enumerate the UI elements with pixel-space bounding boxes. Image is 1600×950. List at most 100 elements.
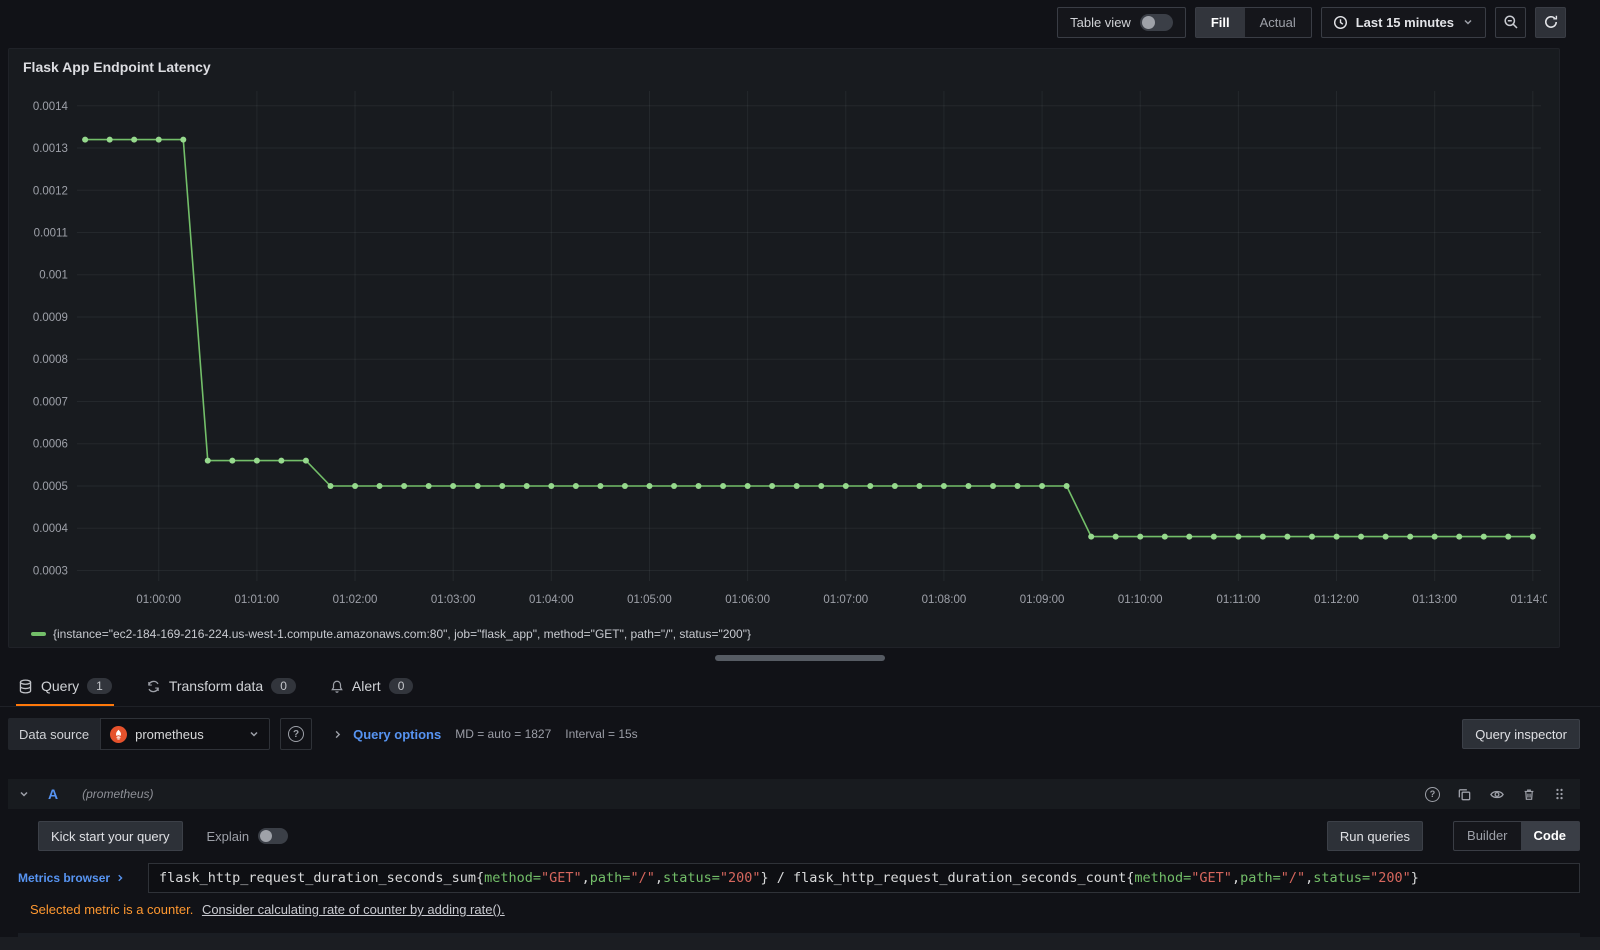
panel-title: Flask App Endpoint Latency [23, 59, 211, 75]
svg-text:0.0008: 0.0008 [33, 354, 68, 366]
svg-text:0.0004: 0.0004 [33, 523, 69, 535]
add-rate-hint-link[interactable]: Consider calculating rate of counter by … [202, 902, 505, 917]
chevron-right-icon [115, 873, 125, 883]
query-inspector-button[interactable]: Query inspector [1462, 719, 1580, 749]
code-mode-button[interactable]: Code [1520, 822, 1579, 850]
query-row-header[interactable]: A (prometheus) ? [8, 779, 1580, 809]
svg-text:0.0011: 0.0011 [34, 228, 68, 240]
table-view-toggle[interactable] [1139, 13, 1173, 31]
kick-start-query-button[interactable]: Kick start your query [38, 821, 183, 851]
chevron-down-icon [248, 728, 260, 740]
explain-label: Explain [206, 828, 250, 844]
svg-text:01:00:00: 01:00:00 [136, 594, 181, 606]
counter-warning-text: Selected metric is a counter. [30, 902, 194, 917]
refresh-icon [1543, 14, 1559, 30]
query-help-icon[interactable]: ? [1425, 786, 1440, 802]
svg-text:01:03:00: 01:03:00 [431, 594, 476, 606]
svg-text:01:10:00: 01:10:00 [1118, 594, 1163, 606]
transform-icon [146, 679, 161, 694]
query-datasource-hint: (prometheus) [82, 787, 154, 801]
query-toolbar-row: Kick start your query Explain Run querie… [8, 821, 1580, 851]
chevron-down-icon [1462, 16, 1474, 28]
svg-text:0.0006: 0.0006 [33, 439, 68, 451]
table-view-label: Table view [1070, 14, 1131, 30]
query-options-label: Query options [353, 726, 442, 742]
svg-text:0.0005: 0.0005 [33, 481, 68, 493]
time-range-picker[interactable]: Last 15 minutes [1320, 6, 1486, 38]
clock-icon [1333, 15, 1348, 30]
legend-swatch [31, 632, 46, 636]
grafana-panel-editor: Table view Fill Actual Last 15 minutes F… [0, 0, 1600, 950]
svg-text:0.001: 0.001 [39, 270, 68, 282]
chevron-down-icon [18, 788, 30, 800]
delete-query-icon[interactable] [1522, 787, 1536, 802]
svg-text:01:04:00: 01:04:00 [529, 594, 574, 606]
tab-transform-label: Transform data [168, 678, 264, 694]
editor-tabs: Query 1 Transform data 0 Alert 0 [0, 666, 1600, 707]
datasource-row: Data source prometheus ? Query options M… [8, 717, 1580, 751]
database-icon [18, 678, 33, 694]
datasource-help-button[interactable]: ? [280, 718, 313, 750]
svg-text:01:12:00: 01:12:00 [1314, 594, 1359, 606]
fill-actual-group: Fill Actual [1194, 6, 1312, 38]
drag-handle-icon[interactable] [1553, 787, 1566, 801]
explain-toggle[interactable] [258, 828, 289, 844]
run-queries-button[interactable]: Run queries [1326, 821, 1424, 851]
toolbar: Table view Fill Actual Last 15 minutes [0, 0, 1600, 44]
tab-query[interactable]: Query 1 [16, 674, 114, 706]
metrics-browser-toggle[interactable]: Metrics browser [18, 871, 148, 885]
interval-text: Interval = 15s [565, 727, 638, 741]
svg-text:0.0012: 0.0012 [33, 185, 68, 197]
max-data-points-text: MD = auto = 1827 [455, 727, 552, 741]
latency-panel: Flask App Endpoint Latency 0.0003 0.0004 0… [8, 48, 1560, 648]
latency-chart[interactable]: 0.0003 0.0004 0.0005 0.0006 0.0007 0.0008 0.00… [21, 77, 1547, 611]
svg-text:0.0014: 0.0014 [33, 101, 69, 113]
toggle-visibility-icon[interactable] [1489, 787, 1505, 802]
tab-alert[interactable]: Alert 0 [328, 674, 415, 706]
zoom-out-button[interactable] [1495, 6, 1526, 38]
svg-text:01:01:00: 01:01:00 [235, 594, 280, 606]
explain-group: Explain [207, 828, 289, 844]
metrics-browser-label: Metrics browser [18, 871, 111, 885]
builder-code-group: Builder Code [1453, 821, 1580, 851]
svg-text:0.0007: 0.0007 [33, 396, 68, 408]
promql-expression-input[interactable]: flask_http_request_duration_seconds_sum{… [148, 863, 1580, 893]
tab-query-count: 1 [87, 678, 112, 694]
tab-transform-count: 0 [271, 678, 296, 694]
query-editor-body: Kick start your query Explain Run querie… [8, 821, 1580, 950]
fill-button[interactable]: Fill [1195, 7, 1245, 37]
table-view-group: Table view [1057, 6, 1186, 38]
tab-alert-count: 0 [388, 678, 414, 694]
panel-resize-handle[interactable] [715, 655, 885, 661]
actual-button[interactable]: Actual [1245, 8, 1311, 37]
svg-text:01:13:00: 01:13:00 [1412, 594, 1457, 606]
chart-area: 0.0003 0.0004 0.0005 0.0006 0.0007 0.0008 0.00… [21, 77, 1547, 627]
svg-text:0.0013: 0.0013 [33, 143, 68, 155]
question-circle-icon: ? [288, 726, 305, 742]
counter-warning-row: Selected metric is a counter. Consider c… [30, 902, 1580, 917]
query-row-actions: ? [1425, 786, 1566, 802]
datasource-select[interactable]: prometheus [100, 718, 271, 750]
tab-alert-label: Alert [351, 678, 381, 694]
refresh-button[interactable] [1535, 6, 1566, 38]
query-ref-id[interactable]: A [48, 786, 58, 802]
datasource-label: Data source [8, 718, 101, 750]
legend-label: {instance="ec2-184-169-216-224.us-west-1… [53, 627, 751, 641]
tab-transform-data[interactable]: Transform data 0 [144, 674, 298, 706]
duplicate-query-icon[interactable] [1457, 787, 1472, 802]
bottom-edge [0, 937, 1600, 950]
prometheus-icon [110, 725, 128, 743]
svg-text:01:05:00: 01:05:00 [627, 594, 672, 606]
svg-text:01:07:00: 01:07:00 [823, 594, 868, 606]
legend-item[interactable]: {instance="ec2-184-169-216-224.us-west-1… [21, 627, 1547, 645]
tab-query-label: Query [41, 678, 80, 694]
svg-text:0.0003: 0.0003 [33, 565, 68, 577]
svg-text:01:06:00: 01:06:00 [725, 594, 770, 606]
bell-icon [330, 679, 344, 694]
datasource-value: prometheus [135, 726, 204, 742]
query-options-toggle[interactable]: Query options [332, 727, 441, 742]
svg-text:01:02:00: 01:02:00 [333, 594, 378, 606]
time-range-label: Last 15 minutes [1355, 14, 1454, 30]
svg-text:01:09:00: 01:09:00 [1020, 594, 1065, 606]
builder-mode-button[interactable]: Builder [1454, 822, 1520, 850]
